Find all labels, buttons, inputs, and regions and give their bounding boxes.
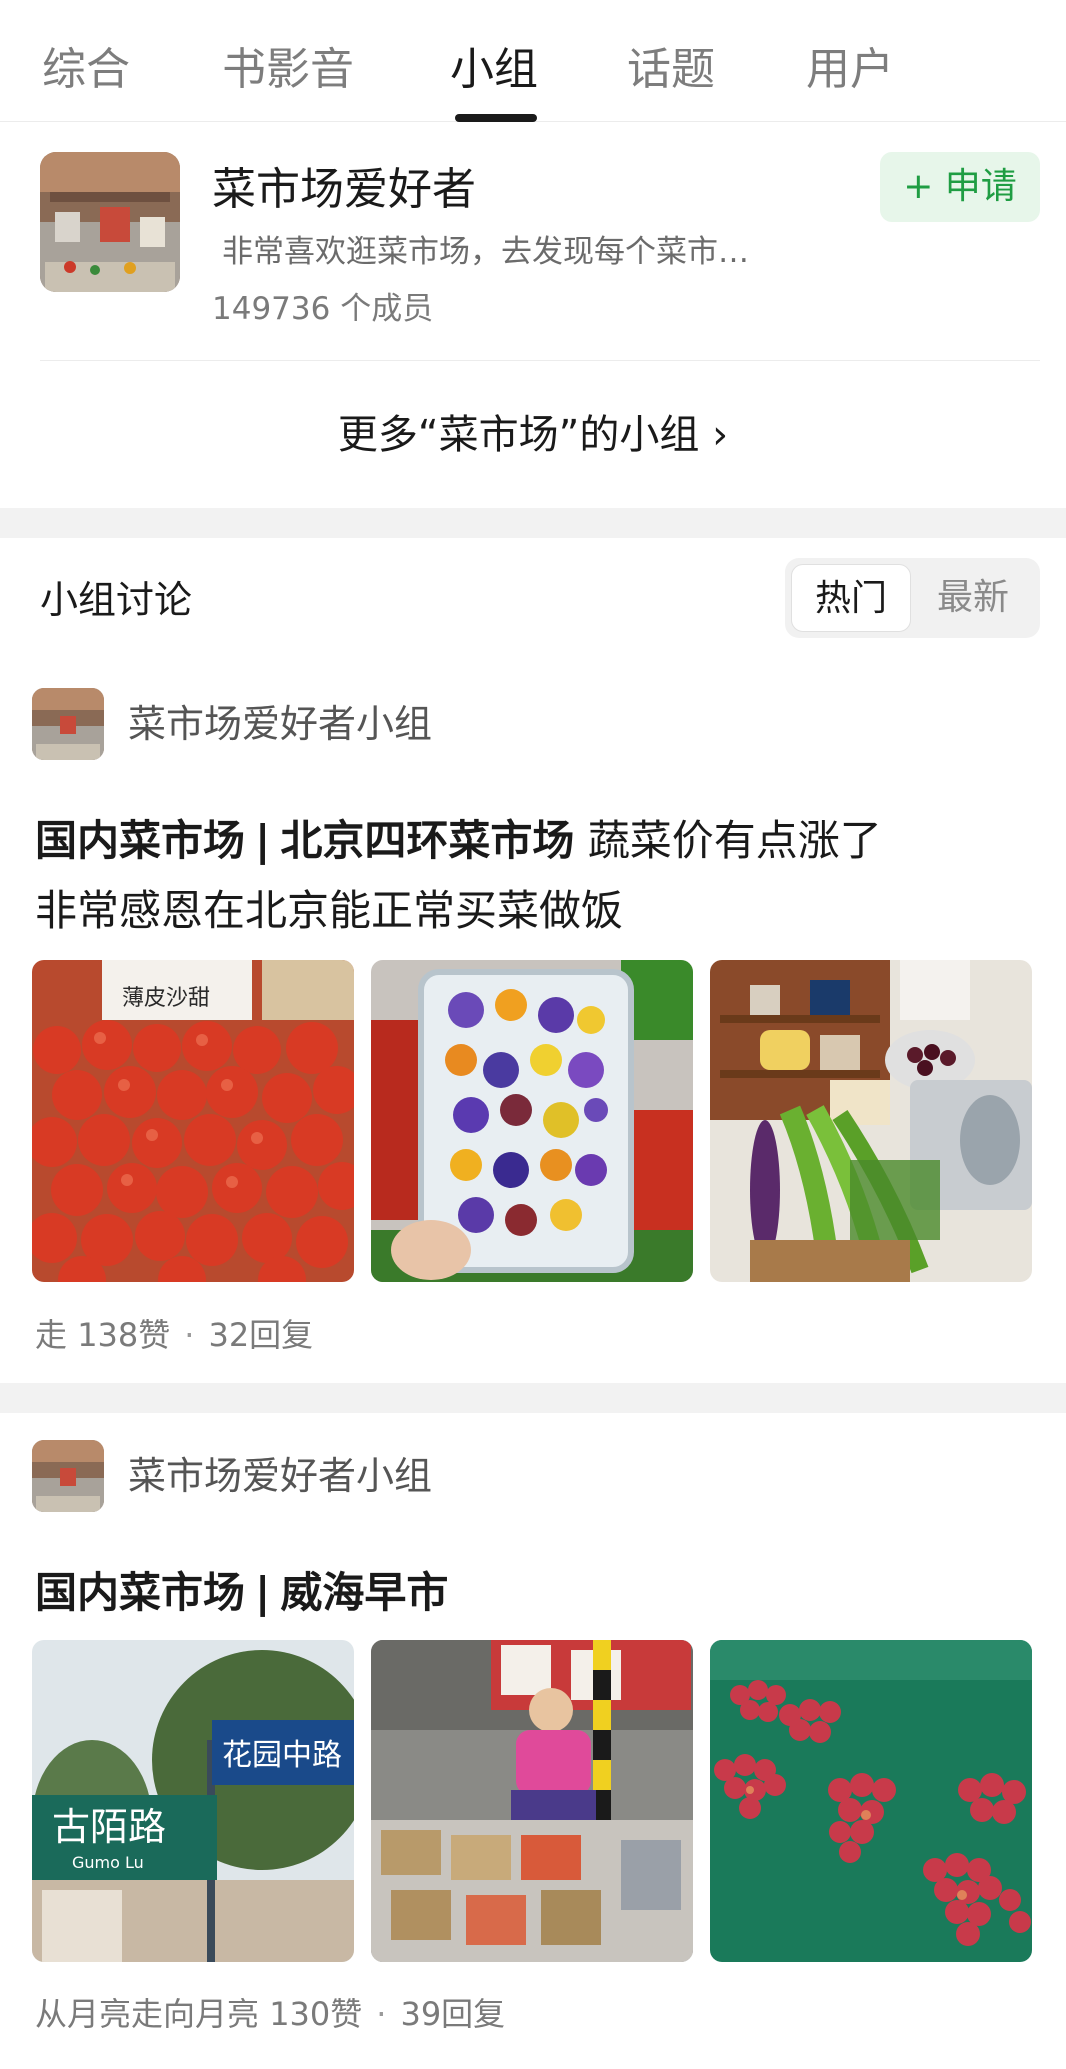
street-sign-a-text: 古陌路 bbox=[52, 1805, 166, 1849]
post-title[interactable]: 国内菜市场 | 威海早市 bbox=[35, 1558, 1035, 1628]
tab-books-movies-music[interactable]: 书影音 bbox=[222, 40, 354, 100]
post-title-category: 国内菜市场 bbox=[35, 1568, 246, 1617]
post-image-grapes[interactable] bbox=[710, 1640, 1032, 1962]
post-title-line2: 非常感恩在北京能正常买菜做饭 bbox=[35, 886, 624, 935]
more-groups-link[interactable]: 更多“菜市场”的小组 › bbox=[0, 405, 1066, 465]
post-replies: 39回复 bbox=[400, 1995, 506, 2033]
price-sign-text: 薄皮沙甜 bbox=[122, 986, 210, 1011]
post-image-tomatoes[interactable]: 薄皮沙甜 bbox=[32, 960, 354, 1282]
group-avatar bbox=[32, 1440, 104, 1512]
post-meta: 走 138赞 · 32回复 bbox=[35, 1311, 313, 1359]
sort-toggle: 热门 最新 bbox=[785, 558, 1040, 638]
post-title-subject: 威海早市 bbox=[280, 1568, 449, 1617]
tab-topics[interactable]: 话题 bbox=[627, 40, 715, 100]
post-image-street-sign[interactable]: 花园中路 古陌路 Gumo Lu bbox=[32, 1640, 354, 1962]
post-meta: 从月亮走向月亮 130赞 · 39回复 bbox=[35, 1990, 505, 2038]
tab-groups[interactable]: 小组 bbox=[450, 40, 538, 100]
group-thumbnail bbox=[40, 152, 180, 292]
group-member-count: 149736 个成员 bbox=[212, 291, 434, 327]
search-category-tabs: 综合 书影音 小组 话题 用户 bbox=[0, 0, 1066, 122]
section-gap bbox=[0, 508, 1066, 538]
post-likes: 138赞 bbox=[77, 1316, 171, 1354]
street-sign-b-text: 花园中路 bbox=[222, 1738, 342, 1773]
group-avatar bbox=[32, 688, 104, 760]
post-title[interactable]: 国内菜市场 | 北京四环菜市场 蔬菜价有点涨了 bbox=[35, 806, 1035, 876]
post-title-separator: | bbox=[255, 816, 271, 865]
meta-dot: · bbox=[376, 1995, 387, 2033]
post-title-text: 蔬菜价有点涨了 bbox=[574, 816, 882, 865]
post-title-category: 国内菜市场 bbox=[35, 816, 246, 865]
meta-dot: · bbox=[184, 1316, 195, 1354]
tab-users[interactable]: 用户 bbox=[806, 40, 894, 100]
post-replies: 32回复 bbox=[208, 1316, 314, 1354]
sort-hot-button[interactable]: 热门 bbox=[791, 564, 911, 632]
post-author[interactable]: 从月亮走向月亮 bbox=[35, 1995, 259, 2033]
post-title-subject: 北京四环菜市场 bbox=[280, 816, 575, 865]
active-tab-indicator bbox=[455, 114, 537, 122]
sort-latest-button[interactable]: 最新 bbox=[913, 564, 1033, 632]
tab-comprehensive[interactable]: 综合 bbox=[42, 40, 130, 100]
group-result-card[interactable]: 菜市场爱好者 非常喜欢逛菜市场，去发现每个菜市… 149736 个成员 + 申请 bbox=[0, 122, 1066, 360]
section-gap bbox=[0, 1383, 1066, 1413]
section-title-discussions: 小组讨论 bbox=[40, 578, 193, 622]
group-name[interactable]: 菜市场爱好者 bbox=[212, 160, 476, 220]
post-title-separator: | bbox=[255, 1568, 271, 1617]
post-author[interactable]: 走 bbox=[35, 1316, 67, 1354]
post-image-grid: 花园中路 古陌路 Gumo Lu bbox=[32, 1640, 1032, 1962]
post-image-morning-market-vendor[interactable] bbox=[371, 1640, 693, 1962]
divider bbox=[40, 360, 1040, 361]
apply-join-button[interactable]: + 申请 bbox=[880, 152, 1040, 222]
post-image-edible-flowers[interactable] bbox=[371, 960, 693, 1282]
post-group-name: 菜市场爱好者小组 bbox=[128, 702, 433, 746]
post-image-kitchen-produce[interactable] bbox=[710, 960, 1032, 1282]
post-image-grid: 薄皮沙甜 bbox=[32, 960, 1032, 1282]
street-sign-a-sub-text: Gumo Lu bbox=[72, 1853, 144, 1872]
post-likes: 130赞 bbox=[269, 1995, 363, 2033]
group-description: 非常喜欢逛菜市场，去发现每个菜市… bbox=[222, 234, 749, 270]
post-group-name: 菜市场爱好者小组 bbox=[128, 1454, 433, 1498]
